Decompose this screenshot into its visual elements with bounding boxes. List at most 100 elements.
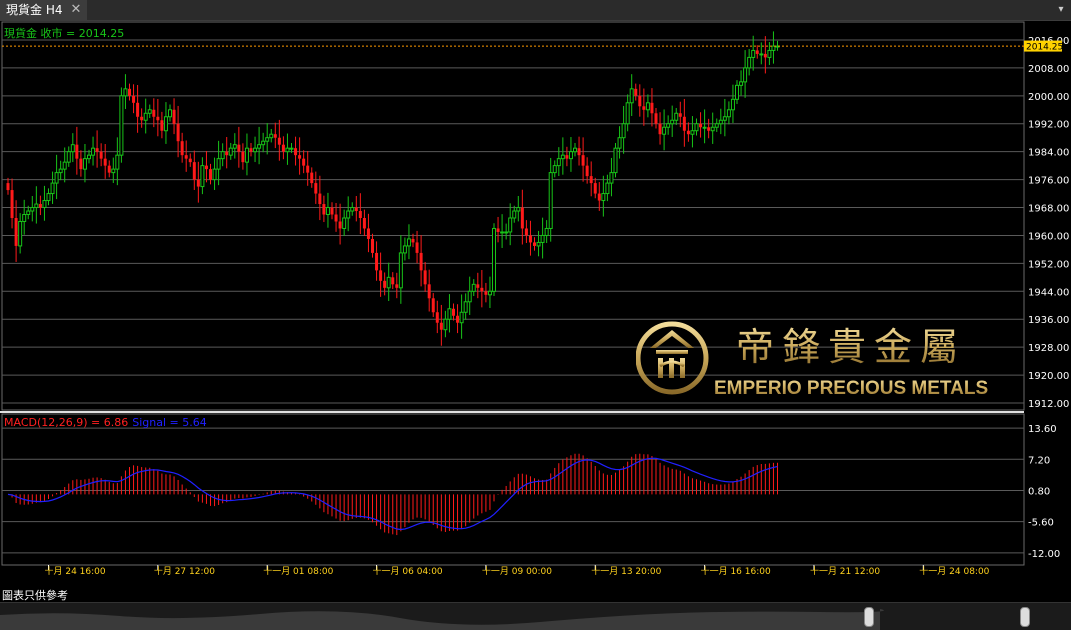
- candle-body: [544, 227, 549, 236]
- candle-body: [204, 165, 208, 170]
- candle-body: [123, 88, 128, 97]
- title-bar: 現貨金 H4 ✕ ▾: [0, 0, 1071, 21]
- disclaimer-text: 圖表只供參考: [2, 589, 68, 602]
- candle-body: [447, 308, 452, 320]
- candle-body: [362, 218, 366, 229]
- price-tick-label: 2000.00: [1028, 92, 1069, 103]
- price-tick-label: 1992.00: [1028, 120, 1069, 131]
- candle-body: [443, 318, 448, 331]
- candle-body: [496, 228, 500, 232]
- candle-body: [306, 165, 310, 173]
- candle-body: [152, 109, 156, 117]
- candle-body: [314, 183, 318, 194]
- candle-body: [75, 144, 79, 159]
- candle-body: [763, 53, 767, 58]
- candle-body: [718, 119, 723, 125]
- candle-body: [504, 231, 509, 234]
- candle-body: [480, 287, 484, 292]
- price-tick-label: 1920.00: [1028, 371, 1069, 382]
- candle-body: [285, 147, 290, 153]
- candle-body: [577, 148, 581, 156]
- candle-body: [14, 218, 18, 246]
- candle-body: [552, 165, 557, 174]
- candle-body: [192, 162, 196, 180]
- candle-body: [318, 193, 322, 205]
- candle-body: [257, 144, 262, 149]
- candle-body: [366, 228, 370, 239]
- candle-body: [143, 112, 148, 121]
- candle-body: [621, 123, 626, 139]
- macd-tick-label: -12.00: [1028, 549, 1060, 560]
- price-tick-label: 1944.00: [1028, 287, 1069, 298]
- time-tick-label: 十月 24 16:00: [45, 565, 106, 577]
- candle-body: [654, 113, 658, 124]
- scroll-handle-left[interactable]: [864, 607, 874, 627]
- chart-tab[interactable]: 現貨金 H4 ✕: [0, 0, 88, 20]
- candle-body: [463, 301, 468, 313]
- chart-scrollbar[interactable]: [0, 602, 1071, 630]
- candle-body: [38, 204, 42, 208]
- candle-body: [597, 193, 601, 201]
- candle-body: [645, 102, 650, 111]
- macd-tick-label: 0.80: [1028, 486, 1050, 497]
- candle-body: [212, 168, 217, 181]
- candle-body: [714, 123, 719, 128]
- candle-body: [759, 53, 764, 56]
- candle-body: [325, 207, 330, 216]
- price-tick-label: 1928.00: [1028, 343, 1069, 354]
- candle-body: [730, 98, 735, 111]
- macd-legend-value: MACD(12,26,9) = 6.86: [4, 416, 128, 429]
- candle-body: [487, 290, 492, 296]
- candle-body: [273, 134, 277, 138]
- scroll-handle-right[interactable]: [1020, 607, 1030, 627]
- candle-body: [261, 140, 266, 146]
- time-tick-label: 十一月 01 08:00: [263, 565, 333, 577]
- candle-body: [156, 116, 160, 121]
- time-tick-label: 十一月 09 00:00: [482, 565, 552, 577]
- logo-english: EMPERIO PRECIOUS METALS: [714, 378, 988, 399]
- emperio-logo: 帝鋒貴金屬 EMPERIO PRECIOUS METALS: [636, 321, 988, 399]
- candle-body: [6, 183, 10, 191]
- macd-tick-label: -5.60: [1028, 518, 1054, 529]
- candle-body: [459, 311, 464, 324]
- candle-body: [62, 161, 67, 170]
- candle-body: [228, 147, 233, 156]
- candle-body: [103, 158, 107, 166]
- candle-body: [350, 207, 355, 212]
- candle-body: [601, 193, 606, 202]
- candle-body: [560, 154, 565, 160]
- candle-body: [536, 241, 541, 247]
- candle-body: [743, 67, 748, 83]
- candle-body: [435, 312, 439, 323]
- candle-body: [200, 165, 205, 188]
- candle-body: [383, 280, 387, 288]
- candle-body: [176, 123, 180, 142]
- candle-body: [379, 270, 383, 281]
- close-icon[interactable]: ✕: [70, 0, 81, 20]
- candlestick-series: [6, 31, 780, 346]
- candle-body: [500, 231, 505, 234]
- candle-body: [277, 137, 281, 145]
- candle-body: [492, 227, 496, 292]
- time-tick-label: 十一月 13 20:00: [591, 565, 661, 577]
- chevron-down-icon[interactable]: ▾: [1053, 0, 1069, 20]
- candle-body: [269, 133, 274, 139]
- price-tick-label: 1976.00: [1028, 176, 1069, 187]
- candle-body: [617, 137, 622, 149]
- candle-body: [91, 147, 96, 156]
- candle-body: [658, 123, 662, 135]
- price-chart[interactable]: 2016.002008.002000.001992.001984.001976.…: [0, 20, 1071, 585]
- candle-body: [294, 148, 298, 156]
- main-legend: 現貨金 收市 = 2014.25: [4, 26, 124, 40]
- price-tick-label: 1960.00: [1028, 231, 1069, 242]
- price-axis: 2016.002008.002000.001992.001984.001976.…: [1028, 36, 1069, 410]
- candle-body: [431, 298, 435, 313]
- candle-body: [111, 168, 116, 174]
- candle-body: [516, 207, 521, 212]
- candle-body: [476, 284, 480, 288]
- candle-body: [735, 84, 739, 100]
- macd-histogram: [11, 453, 778, 536]
- candle-body: [427, 284, 431, 299]
- candle-body: [533, 242, 536, 246]
- candle-body: [358, 211, 362, 218]
